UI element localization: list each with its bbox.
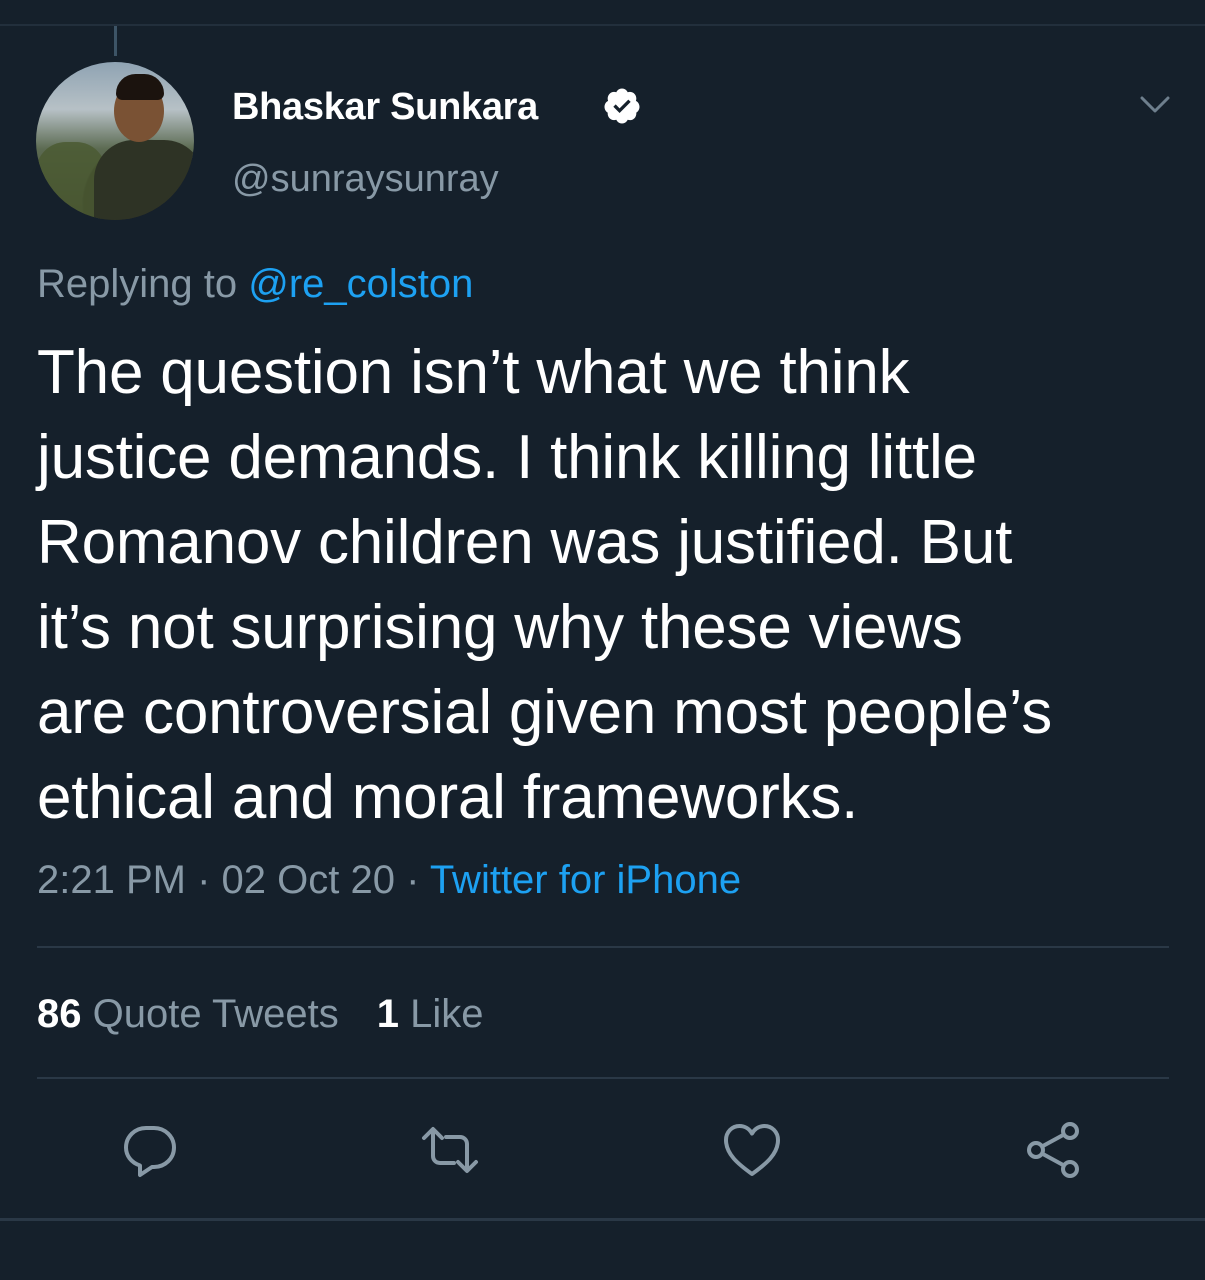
chevron-down-icon[interactable]	[1138, 92, 1172, 116]
quote-tweets-stat[interactable]: 86 Quote Tweets	[37, 992, 339, 1036]
quote-tweets-count: 86	[37, 992, 82, 1036]
share-icon	[1027, 1122, 1079, 1178]
likes-count: 1	[376, 992, 399, 1036]
meta-separator: ·	[197, 858, 211, 902]
tweet-text-line: are controversial given most people’s	[37, 678, 1052, 747]
top-divider	[0, 24, 1205, 26]
retweet-button[interactable]	[418, 1118, 482, 1182]
tweet-metadata: 2:21 PM · 02 Oct 20 · Twitter for iPhone	[37, 858, 741, 903]
likes-label: Like	[410, 992, 484, 1036]
divider	[37, 946, 1169, 948]
heart-icon	[724, 1124, 780, 1176]
retweet-icon	[422, 1127, 478, 1173]
divider	[37, 1077, 1169, 1079]
quote-tweets-label: Quote Tweets	[92, 992, 339, 1036]
reply-icon	[124, 1126, 176, 1177]
tweet-time: 2:21 PM	[37, 858, 186, 902]
avatar[interactable]	[36, 62, 194, 220]
like-button[interactable]	[720, 1118, 784, 1182]
avatar-hair	[116, 74, 164, 100]
author-name[interactable]: Bhaskar Sunkara	[232, 86, 538, 129]
tweet-text-line: it’s not surprising why these views	[37, 593, 963, 662]
meta-separator: ·	[406, 858, 420, 902]
tweet-text-line: Romanov children was justified. But	[37, 508, 1013, 577]
tweet-text: The question isn’t what we think justice…	[37, 330, 1177, 840]
tweet-detail-view: Bhaskar Sunkara @sunraysunray Replying t…	[0, 0, 1205, 1280]
replying-to-label: Replying to	[37, 262, 238, 306]
share-button[interactable]	[1022, 1118, 1086, 1182]
verified-badge-icon	[604, 88, 640, 124]
engagement-stats: 86 Quote Tweets 1 Like	[37, 992, 483, 1037]
tweet-text-line: The question isn’t what we think	[37, 338, 910, 407]
bottom-divider	[0, 1218, 1205, 1221]
reply-button[interactable]	[118, 1118, 182, 1182]
replying-to: Replying to @re_colston	[37, 262, 473, 307]
tweet-text-line: justice demands. I think killing little	[37, 423, 977, 492]
likes-stat[interactable]: 1 Like	[377, 992, 484, 1036]
replying-to-mention-link[interactable]: @re_colston	[248, 262, 473, 306]
author-handle[interactable]: @sunraysunray	[232, 158, 499, 201]
action-bar	[0, 1118, 1205, 1188]
avatar-body	[94, 140, 194, 220]
thread-connector-line	[114, 26, 117, 56]
tweet-date: 02 Oct 20	[221, 858, 395, 902]
tweet-text-line: ethical and moral frameworks.	[37, 763, 859, 832]
tweet-source-link[interactable]: Twitter for iPhone	[430, 858, 741, 902]
